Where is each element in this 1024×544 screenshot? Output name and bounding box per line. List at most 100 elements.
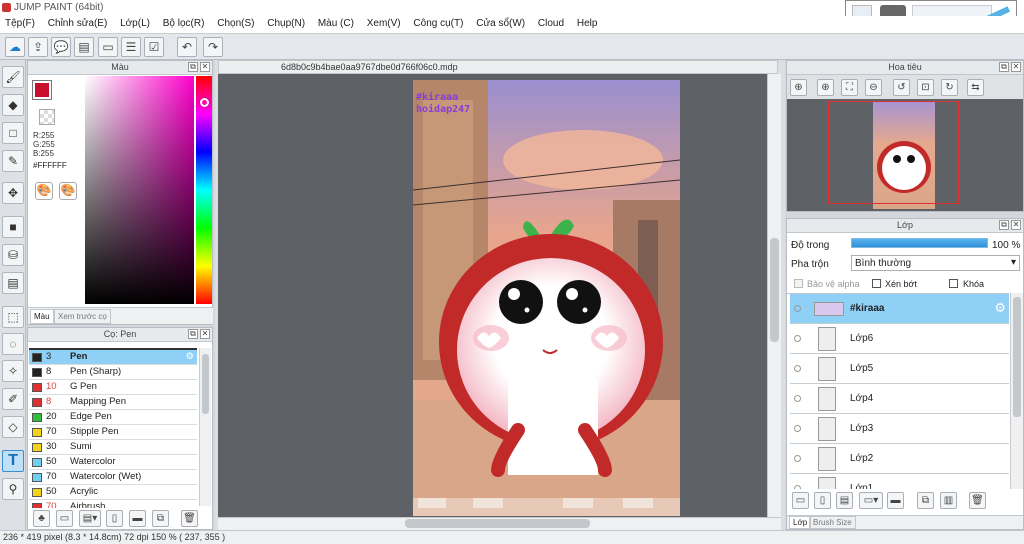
select-rect-icon[interactable]: ⬚ (2, 306, 24, 328)
layer-list-scrollbar[interactable] (1010, 293, 1023, 489)
close-icon[interactable]: ✕ (1011, 62, 1021, 72)
new-layer-plus-icon[interactable]: ▯ (814, 492, 831, 509)
eye-icon[interactable] (794, 485, 801, 489)
brush-icon[interactable]: 🖌 (2, 66, 24, 88)
canvas-horizontal-scroll-thumb[interactable] (405, 519, 590, 528)
panel-float-icon[interactable]: ⧉ (188, 62, 198, 72)
secondary-color-swatch[interactable] (39, 109, 55, 125)
rotate-right-icon[interactable]: ↻ (941, 79, 958, 96)
lasso-icon[interactable]: ◌ (2, 333, 24, 355)
eye-icon[interactable] (794, 395, 801, 402)
layer-row[interactable]: Lớp3 (790, 414, 1009, 444)
menu-color[interactable]: Màu (C) (313, 16, 359, 31)
menu-edit[interactable]: Chỉnh sửa(E) (43, 16, 113, 31)
export-icon[interactable]: ⇪ (28, 37, 48, 57)
eye-icon[interactable] (794, 305, 801, 312)
brush-item[interactable]: 8 Mapping Pen (29, 395, 197, 410)
layer-menu-icon[interactable]: ▭▾ (859, 492, 883, 509)
brush-item[interactable]: 70 Airbrush (29, 500, 197, 508)
saturation-value-picker[interactable] (85, 76, 194, 304)
new-raster-icon[interactable]: ▤ (836, 492, 853, 509)
close-icon[interactable]: ✕ (200, 329, 210, 339)
pen-curve-icon[interactable]: ✎ (2, 150, 24, 172)
eye-icon[interactable] (794, 455, 801, 462)
list-icon[interactable]: ☰ (121, 37, 141, 57)
trash-icon[interactable]: 🗑 (969, 492, 986, 509)
menu-tools[interactable]: Công cụ(T) (408, 16, 468, 31)
eye-icon[interactable] (794, 365, 801, 372)
brush-item[interactable]: 70 Watercolor (Wet) (29, 470, 197, 485)
rotate-left-icon[interactable]: ↺ (893, 79, 910, 96)
document-tab[interactable]: 6d8b0c9b4bae0aa9767dbe0d766f06c0.mdp (218, 60, 778, 74)
new-file-icon[interactable]: ▭ (56, 510, 73, 527)
trash-icon[interactable]: 🗑 (181, 510, 198, 527)
bucket-icon[interactable]: ⛁ (2, 244, 24, 266)
blend-mode-select[interactable]: Bình thường ▾ (851, 255, 1020, 271)
close-icon[interactable]: ✕ (1011, 220, 1021, 230)
menu-layer[interactable]: Lớp(L) (115, 16, 155, 31)
menu-select[interactable]: Chọn(S) (212, 16, 259, 31)
comment-icon[interactable]: 💬 (51, 37, 71, 57)
select-pen-icon[interactable]: ✐ (2, 388, 24, 410)
clipping-checkbox[interactable] (872, 279, 881, 288)
close-icon[interactable]: ✕ (200, 62, 210, 72)
lock-checkbox[interactable] (949, 279, 958, 288)
gear-icon[interactable]: ⚙ (994, 300, 1006, 316)
folder-icon[interactable]: ▬ (129, 510, 146, 527)
duplicate-icon[interactable]: ⧉ (152, 510, 169, 527)
gradient-icon[interactable]: ▤ (2, 272, 24, 294)
layer-row[interactable]: Lớp2 (790, 444, 1009, 474)
opacity-slider[interactable] (851, 238, 988, 248)
protect-alpha-checkbox[interactable] (794, 279, 803, 288)
menu-cloud[interactable]: Cloud (533, 16, 569, 31)
zoom-icon[interactable]: ⊕ (790, 79, 807, 96)
brush-item[interactable]: 8 Pen (Sharp) (29, 365, 197, 380)
layer-row[interactable]: Lớp4 (790, 384, 1009, 414)
primary-color-swatch[interactable] (32, 80, 52, 100)
brush-item[interactable]: 3 Pen ⚙ (29, 350, 197, 365)
panel-float-icon[interactable]: ⧉ (999, 220, 1009, 230)
menu-view[interactable]: Xem(V) (362, 16, 406, 31)
palette-edit-icon[interactable]: 🎨 (59, 182, 77, 200)
tab-brush-size[interactable]: Brush Size (809, 516, 856, 529)
brush-item[interactable]: 50 Watercolor (29, 455, 197, 470)
fit-icon[interactable]: ⛶ (841, 79, 858, 96)
layer-row[interactable]: Lớp5 (790, 354, 1009, 384)
brush-item[interactable]: 20 Edge Pen (29, 410, 197, 425)
artwork-canvas[interactable]: #kiraaa hoidap247 (413, 80, 680, 516)
gear-icon[interactable]: ⚙ (185, 350, 194, 364)
tab-brush-preview[interactable]: Xem trước cọ (54, 309, 111, 324)
panel-float-icon[interactable]: ⧉ (188, 329, 198, 339)
menu-window[interactable]: Cửa sổ(W) (471, 16, 530, 31)
rectangle-icon[interactable]: □ (2, 122, 24, 144)
page-icon[interactable]: ▯ (106, 510, 123, 527)
magic-wand-icon[interactable]: ✧ (2, 360, 24, 382)
menu-filter[interactable]: Bộ lọc(R) (158, 16, 210, 31)
folder-icon[interactable]: ▬ (887, 492, 904, 509)
navigator-viewport-frame[interactable] (828, 101, 959, 204)
reset-rotation-icon[interactable]: ⊡ (917, 79, 934, 96)
menu-capture[interactable]: Chụp(N) (262, 16, 310, 31)
panel-float-icon[interactable]: ⧉ (999, 62, 1009, 72)
undo-icon[interactable]: ↶ (177, 37, 197, 57)
text-icon[interactable]: T (2, 450, 24, 472)
eyedropper-icon[interactable]: ⚲ (2, 478, 24, 500)
menu-file[interactable]: Tệp(F) (0, 16, 40, 31)
eye-icon[interactable] (794, 425, 801, 432)
layer-row[interactable]: Lớp6 (790, 324, 1009, 354)
hue-slider[interactable] (196, 76, 212, 304)
merge-icon[interactable]: ▥ (940, 492, 957, 509)
brush-list-scrollbar[interactable] (199, 348, 211, 506)
menu-help[interactable]: Help (572, 16, 603, 31)
tab-color[interactable]: Màu (30, 309, 54, 324)
brush-menu-icon[interactable]: ▤▾ (79, 510, 101, 527)
fill-rect-icon[interactable]: ■ (2, 216, 24, 238)
zoom-out-icon[interactable]: ⊖ (865, 79, 882, 96)
brush-item[interactable]: 30 Sumi (29, 440, 197, 455)
new-layer-icon[interactable]: ▭ (792, 492, 809, 509)
hue-slider-handle[interactable] (200, 98, 209, 107)
select-eraser-icon[interactable]: ◇ (2, 416, 24, 438)
brush-item[interactable]: 70 Stipple Pen (29, 425, 197, 440)
zoom-in-icon[interactable]: ⊕ (817, 79, 834, 96)
eraser-icon[interactable]: ◆ (2, 94, 24, 116)
